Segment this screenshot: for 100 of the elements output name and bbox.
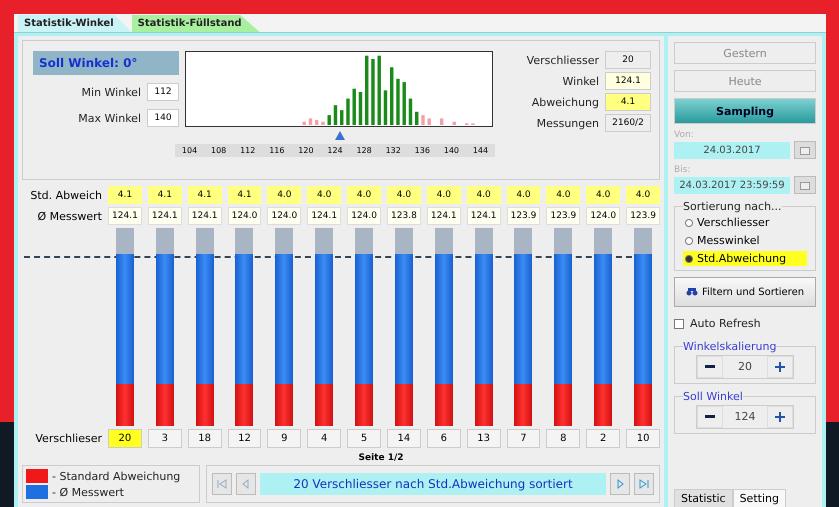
deviation-bar bbox=[235, 384, 254, 426]
closure-id-cell[interactable]: 8 bbox=[546, 429, 580, 448]
tab[interactable]: Statistic bbox=[674, 489, 733, 507]
histogram-bar bbox=[365, 56, 368, 125]
sort-option[interactable]: Std.Abweichung bbox=[683, 251, 807, 266]
date-field[interactable]: 24.03.2017 23:59:59 bbox=[674, 176, 790, 194]
decrease-button[interactable] bbox=[697, 406, 723, 428]
sort-option[interactable]: Messwinkel bbox=[683, 233, 807, 248]
minus-icon bbox=[705, 415, 715, 419]
axis-label: 128 bbox=[355, 145, 373, 157]
stat-label: Abweichung bbox=[532, 96, 599, 108]
last-page-button[interactable] bbox=[634, 473, 654, 495]
filter-sort-button[interactable]: Filtern und Sortieren bbox=[674, 277, 816, 307]
closure-id-cell[interactable]: 20 bbox=[108, 429, 142, 448]
deviation-bar bbox=[196, 384, 214, 426]
deviation-cell: 4.0 bbox=[267, 186, 302, 204]
axis-label: 120 bbox=[297, 145, 315, 157]
mean-cell: 124.0 bbox=[228, 207, 262, 225]
first-page-button[interactable] bbox=[212, 473, 232, 495]
stat-value: 124.1 bbox=[605, 72, 651, 90]
row-label: Verschlieser bbox=[34, 432, 102, 445]
deviation-bar bbox=[315, 384, 334, 426]
histogram-bar bbox=[421, 115, 425, 125]
date-label: Bis: bbox=[674, 165, 692, 175]
deviation-cell: 4.0 bbox=[307, 186, 342, 204]
closure-id-cell[interactable]: 2 bbox=[586, 429, 620, 448]
deviation-bar bbox=[434, 384, 453, 426]
deviation-cell: 4.0 bbox=[546, 186, 580, 204]
target-marker-icon bbox=[335, 131, 345, 140]
mean-cell: 124.1 bbox=[466, 207, 501, 225]
histogram-bar bbox=[402, 82, 406, 125]
plus-icon bbox=[775, 362, 785, 372]
period-button[interactable]: Sampling bbox=[674, 98, 816, 124]
histogram-bar bbox=[408, 98, 412, 125]
field-label: Max Winkel bbox=[78, 112, 141, 124]
closure-id-cell[interactable]: 7 bbox=[506, 429, 540, 448]
closure-id-cell[interactable]: 3 bbox=[148, 429, 182, 448]
deviation-cell: 4.0 bbox=[626, 186, 660, 204]
closure-id-cell[interactable]: 10 bbox=[626, 429, 660, 448]
group-title: Sortierung nach... bbox=[683, 200, 782, 213]
deviation-bar bbox=[355, 384, 374, 426]
deviation-cell: 4.0 bbox=[466, 186, 501, 204]
deviation-cell: 4.0 bbox=[347, 186, 381, 204]
histogram-bar bbox=[452, 122, 456, 125]
axis-label: 136 bbox=[414, 145, 431, 157]
group-title: Winkelskalierung bbox=[683, 340, 776, 353]
value-field[interactable]: 140 bbox=[147, 109, 179, 127]
increase-button[interactable] bbox=[767, 406, 793, 428]
decrease-button[interactable] bbox=[697, 356, 723, 378]
calendar-button[interactable] bbox=[794, 141, 816, 159]
axis-label: 132 bbox=[384, 145, 402, 157]
axis-label: 124 bbox=[326, 145, 344, 157]
deviation-bar bbox=[474, 384, 493, 426]
calendar-icon bbox=[800, 146, 810, 154]
axis-label: 112 bbox=[239, 145, 256, 157]
deviation-bar bbox=[594, 384, 612, 426]
tab[interactable]: Setting bbox=[732, 489, 786, 507]
deviation-bar bbox=[116, 384, 134, 426]
mean-cell: 124.1 bbox=[426, 207, 461, 225]
deviation-cell: 4.1 bbox=[188, 186, 222, 204]
mean-cell: 123.9 bbox=[626, 207, 660, 225]
plus-icon bbox=[775, 412, 785, 422]
increase-button[interactable] bbox=[767, 356, 793, 378]
closure-id-cell[interactable]: 6 bbox=[426, 429, 461, 448]
value-field[interactable]: 112 bbox=[147, 83, 179, 101]
closure-id-cell[interactable]: 4 bbox=[307, 429, 342, 448]
closure-id-cell[interactable]: 18 bbox=[188, 429, 222, 448]
deviation-bar bbox=[514, 384, 532, 426]
mean-cell: 124.0 bbox=[267, 207, 302, 225]
closure-id-cell[interactable]: 13 bbox=[466, 429, 501, 448]
axis-label: 144 bbox=[472, 145, 490, 157]
deviation-cell: 4.1 bbox=[228, 186, 262, 204]
deviation-cell: 4.0 bbox=[387, 186, 421, 204]
deviation-bar bbox=[394, 384, 413, 426]
histogram-bar bbox=[378, 56, 381, 125]
deviation-bar bbox=[554, 384, 572, 426]
sort-option[interactable]: Verschliesser bbox=[683, 215, 807, 230]
stat-value: 2160/2 bbox=[605, 114, 651, 132]
row-label: Ø Messwert bbox=[36, 210, 102, 222]
deviation-cell: 4.1 bbox=[108, 186, 142, 204]
next-page-button[interactable] bbox=[610, 473, 630, 495]
closure-id-cell[interactable]: 12 bbox=[228, 429, 262, 448]
histogram-bar bbox=[428, 118, 431, 125]
closure-id-cell[interactable]: 14 bbox=[387, 429, 421, 448]
closure-id-cell[interactable]: 9 bbox=[267, 429, 302, 448]
date-field[interactable]: 24.03.2017 bbox=[674, 142, 790, 158]
previous-page-button[interactable] bbox=[236, 473, 256, 495]
target-angle-label: Soll Winkel: 0° bbox=[33, 51, 179, 75]
histogram-bar bbox=[328, 115, 331, 125]
page-label: Seite 1/2 bbox=[357, 453, 405, 463]
calendar-button[interactable] bbox=[794, 176, 816, 194]
histogram-bar bbox=[321, 122, 325, 125]
checkbox[interactable] bbox=[674, 318, 684, 328]
closure-id-cell[interactable]: 5 bbox=[347, 429, 381, 448]
tab[interactable]: Statistik-Füllstand bbox=[132, 15, 260, 32]
skip-back-icon bbox=[217, 479, 227, 489]
tab[interactable]: Statistik-Winkel bbox=[18, 15, 132, 32]
stat-label: Messungen bbox=[536, 116, 599, 130]
triangle-left-icon bbox=[241, 479, 251, 489]
histogram-bar bbox=[384, 90, 388, 125]
